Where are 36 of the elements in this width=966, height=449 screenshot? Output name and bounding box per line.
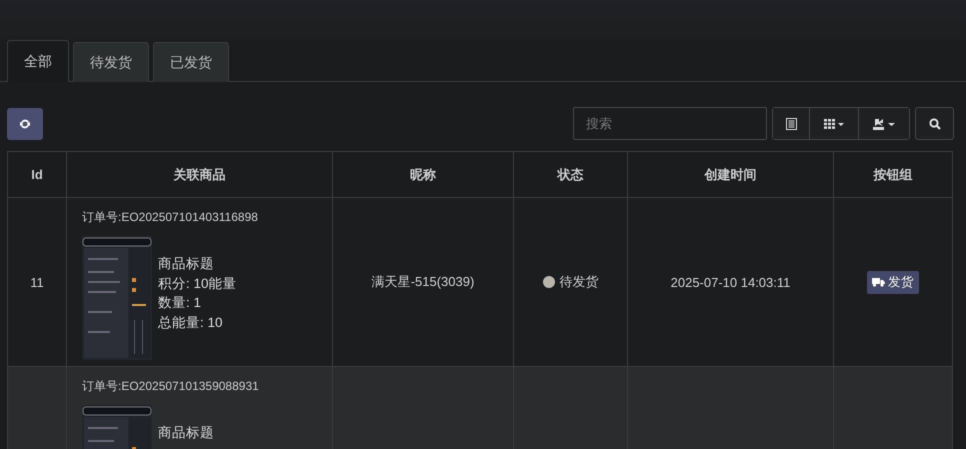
column-header: 状态 [514,152,628,197]
search-button[interactable] [915,107,954,140]
export-button[interactable] [859,108,909,139]
export-icon [872,118,896,130]
product-detail: 积分: 10能量 [158,274,237,292]
tab[interactable]: 已发货 [153,42,229,82]
product-detail: 总能量: 10 [158,314,224,332]
columns-icon [824,118,844,128]
order-number: 订单号:EO202507101403116898 [82,209,258,226]
truck-icon [872,277,885,287]
product-detail: 商品标题 [158,255,215,273]
refresh-button[interactable] [7,108,43,140]
column-header: Id [8,152,67,197]
product-detail: 数量: 1 [158,294,202,312]
order-number: 订单号:EO202507101359088931 [82,378,259,395]
search-field[interactable]: 搜索 [573,107,767,140]
column-header: 关联商品 [67,152,333,197]
column-header: 按钮组 [872,166,914,184]
list-icon [786,118,796,130]
columns-button[interactable] [810,108,859,139]
status-text: 待发货 [560,273,598,291]
table-row[interactable]: 订单号:EO202507101359088931 商品标题 [8,367,952,449]
tab[interactable]: 全部 [7,40,69,82]
column-header: 创建时间 [628,152,834,197]
toggle-view-button[interactable] [773,108,810,139]
product-detail: 商品标题 [158,424,214,442]
search-icon [928,118,940,130]
status-dot [542,276,554,288]
tab[interactable]: 待发货 [73,42,149,82]
refresh-icon [19,118,31,130]
column-header: 昵称 [333,152,514,197]
table-row[interactable]: 11 订单号:EO202507101403116898 商品标题 积分: 10能量 数量: 1 总能量: 10 满天星-515(3039) 待发货 2025-07-10 14:03:11 发货 [8,198,952,367]
table-cell: 2025-07-10 14:03:11 [670,274,790,290]
table-cell: 满天星-515(3039) [372,273,474,291]
table-cell: 11 [30,274,44,290]
ship-button[interactable]: 发货 [867,270,919,294]
